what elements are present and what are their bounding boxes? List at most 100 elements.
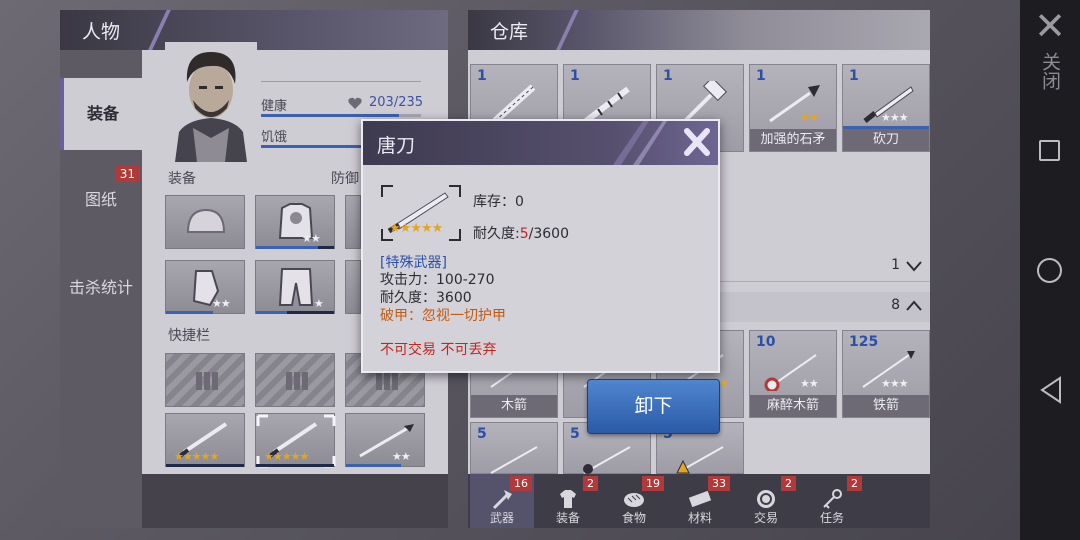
health-bar-fill xyxy=(261,114,400,117)
item-stars: ★★★ xyxy=(881,377,909,390)
tab-label: 材料 xyxy=(687,511,712,525)
shirt-icon xyxy=(560,490,576,508)
tab-kill-stats-label: 击杀统计 xyxy=(68,278,133,297)
header-decoration xyxy=(548,10,588,50)
gloves-slot[interactable]: ★★ xyxy=(165,260,245,314)
quickbar-slot-2-stars: ★★★★★ xyxy=(264,450,309,463)
tab-kill-stats[interactable]: 击杀统计 xyxy=(60,252,142,324)
close-icon[interactable]: ✕ xyxy=(1028,6,1072,46)
character-footer xyxy=(142,474,448,528)
category-tab-food[interactable]: 19 食物 xyxy=(602,474,666,528)
blueprints-badge: 31 xyxy=(114,166,140,182)
vest-icon xyxy=(278,203,314,239)
hunger-bar xyxy=(261,145,361,148)
popup-header: 唐刀 xyxy=(363,121,718,165)
armor-durability-fill xyxy=(256,246,319,249)
recent-apps-icon[interactable] xyxy=(1039,140,1060,161)
chevron-down-icon xyxy=(906,261,922,272)
popup-item-stars: ★★★★★ xyxy=(389,221,443,236)
helmet-slot[interactable] xyxy=(165,195,245,249)
durability-max: /3600 xyxy=(528,226,569,242)
quickbar-slot-3[interactable]: ★★ xyxy=(345,413,425,467)
item-name: 铁箭 xyxy=(843,395,929,417)
close-label[interactable]: 关闭 xyxy=(1030,52,1070,90)
quickbar-slot-3-stars: ★★ xyxy=(392,450,411,463)
item-stars: ★ xyxy=(719,377,729,390)
category-tab-equipment[interactable]: 2 装备 xyxy=(536,474,600,528)
category-tab-quests[interactable]: 2 任务 xyxy=(800,474,864,528)
unequip-button[interactable]: 卸下 xyxy=(587,379,720,434)
quickbar-slot-1-bar xyxy=(166,464,244,467)
plank-icon xyxy=(688,490,712,508)
category-tab-materials[interactable]: 33 材料 xyxy=(668,474,732,528)
item-name: 木箭 xyxy=(471,395,557,417)
durability-label: 耐久度: xyxy=(473,226,520,242)
tab-badge: 2 xyxy=(781,476,796,491)
home-icon[interactable] xyxy=(1037,258,1062,283)
header-decoration xyxy=(613,121,667,165)
pants-slot[interactable]: ★ xyxy=(255,260,335,314)
back-icon[interactable] xyxy=(1039,376,1063,404)
quickbar-locked-slot-1 xyxy=(165,353,245,407)
item-name: 麻醉木箭 xyxy=(750,395,836,417)
warehouse-item-5[interactable]: 1 ★★★ 砍刀 xyxy=(842,64,930,152)
extra-slot-partial[interactable] xyxy=(345,195,361,249)
item-stars: ★★ xyxy=(800,111,819,124)
warehouse-arrow-5[interactable]: 125 ★★★ 铁箭 xyxy=(842,330,930,418)
tab-equipment[interactable]: 装备 xyxy=(60,78,142,150)
quickbar-slot-1-stars: ★★★★★ xyxy=(174,450,219,463)
spear-icon xyxy=(359,424,414,458)
quickbar-slot-3-bar xyxy=(346,464,401,467)
tab-label: 食物 xyxy=(621,511,646,525)
armor-stars: ★★ xyxy=(302,232,321,245)
tab-label: 武器 xyxy=(489,511,514,525)
item-name: 加强的石矛 xyxy=(750,129,836,151)
hunger-label: 饥饿 xyxy=(261,130,288,145)
glove-icon xyxy=(192,270,220,307)
coin-icon xyxy=(757,490,775,508)
extra-slot-partial-2[interactable] xyxy=(345,260,361,314)
armor-slot[interactable]: ★★ xyxy=(255,195,335,249)
health-bar-track xyxy=(261,114,421,117)
stock-value: 0 xyxy=(515,194,524,210)
quickbar-locked-slot-2 xyxy=(255,353,335,407)
quickbar-label: 快捷栏 xyxy=(168,328,210,344)
poison-arrow-icon xyxy=(583,446,631,474)
tab-equipment-label: 装备 xyxy=(86,104,119,123)
helmet-icon xyxy=(186,208,226,233)
warehouse-item-4[interactable]: 1 ★★ 加强的石矛 xyxy=(749,64,837,152)
durability-line-top: 耐久度:5/3600 xyxy=(473,223,569,243)
warehouse-header: 仓库 xyxy=(468,10,930,50)
health-value: 203/235 xyxy=(369,95,424,110)
key-icon xyxy=(823,489,842,509)
quickbar-slot-2-selected[interactable]: ★★★★★ xyxy=(255,413,336,468)
arrow-icon xyxy=(490,446,538,474)
pants-durability-fill xyxy=(256,311,288,314)
pants-icon xyxy=(278,268,314,306)
pants-stars: ★ xyxy=(314,297,324,310)
item-restriction: 不可交易 不可丢弃 xyxy=(380,342,497,358)
tab-label: 装备 xyxy=(555,511,580,525)
stock-line: 库存：0 xyxy=(473,191,524,211)
tab-blueprints[interactable]: 图纸 31 xyxy=(60,164,142,236)
stat-divider xyxy=(261,81,421,82)
category-tab-trade[interactable]: 2 交易 xyxy=(734,474,798,528)
warehouse-item-row3-1[interactable]: 5 xyxy=(470,422,558,474)
item-name: 砍刀 xyxy=(843,129,929,151)
item-stars: ★★ xyxy=(800,377,819,390)
category-tab-weapons[interactable]: 16 武器 xyxy=(470,474,534,528)
tab-blueprints-label: 图纸 xyxy=(84,190,117,209)
stock-label: 库存： xyxy=(473,194,515,210)
popup-title: 唐刀 xyxy=(377,135,416,157)
item-detail-popup: 唐刀 ★★★★★ 库存：0 耐久度:5/3600 [特殊武器] 攻击力：100-… xyxy=(361,119,720,373)
warehouse-arrow-4[interactable]: 10 ★★ 麻醉木箭 xyxy=(749,330,837,418)
item-attack: 攻击力：100-270 xyxy=(380,272,495,288)
gloves-durability-fill xyxy=(166,311,213,314)
group-count: 8 xyxy=(891,297,900,313)
close-icon[interactable] xyxy=(675,121,719,165)
quickbar-slot-1[interactable]: ★★★★★ xyxy=(165,413,245,467)
item-durability: 耐久度：3600 xyxy=(380,290,472,306)
item-armor-pierce: 破甲：忽视一切护甲 xyxy=(380,308,506,324)
heart-icon xyxy=(348,97,362,109)
defense-section-label: 防御 xyxy=(331,171,359,187)
